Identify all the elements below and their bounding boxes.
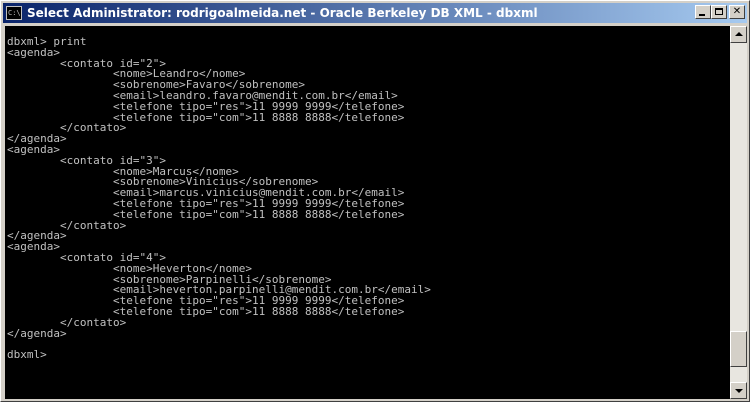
arrow-up-icon: [735, 32, 743, 36]
console-line: </agenda>: [7, 132, 67, 146]
console-line: dbxml>: [7, 348, 47, 362]
vertical-scrollbar[interactable]: [730, 26, 747, 399]
arrow-down-icon: [735, 389, 743, 393]
minimize-icon: [699, 14, 705, 16]
window-title: Select Administrator: rodrigoalmeida.net…: [27, 6, 538, 20]
window-controls: ✕: [695, 5, 745, 19]
scroll-down-button[interactable]: [730, 382, 747, 399]
maximize-icon: [715, 8, 723, 15]
title-bar[interactable]: C:\. Select Administrator: rodrigoalmeid…: [3, 3, 747, 23]
console-line: </agenda>: [7, 326, 67, 340]
maximize-button[interactable]: [711, 5, 727, 19]
console-window: C:\. Select Administrator: rodrigoalmeid…: [0, 0, 750, 402]
console-output[interactable]: dbxml> print <agenda> <contato id="2"> <n…: [5, 26, 730, 399]
close-icon: ✕: [732, 6, 742, 17]
minimize-button[interactable]: [695, 5, 711, 19]
console-app-icon[interactable]: C:\.: [6, 6, 22, 20]
close-button[interactable]: ✕: [729, 5, 745, 19]
console-line: </contato>: [7, 121, 127, 135]
console-line: </contato>: [7, 218, 127, 232]
console-line: </agenda>: [7, 229, 67, 243]
scrollbar-thumb[interactable]: [730, 330, 747, 367]
scroll-up-button[interactable]: [730, 26, 747, 43]
console-line: dbxml> print: [7, 35, 87, 48]
console-line: </contato>: [7, 315, 127, 329]
